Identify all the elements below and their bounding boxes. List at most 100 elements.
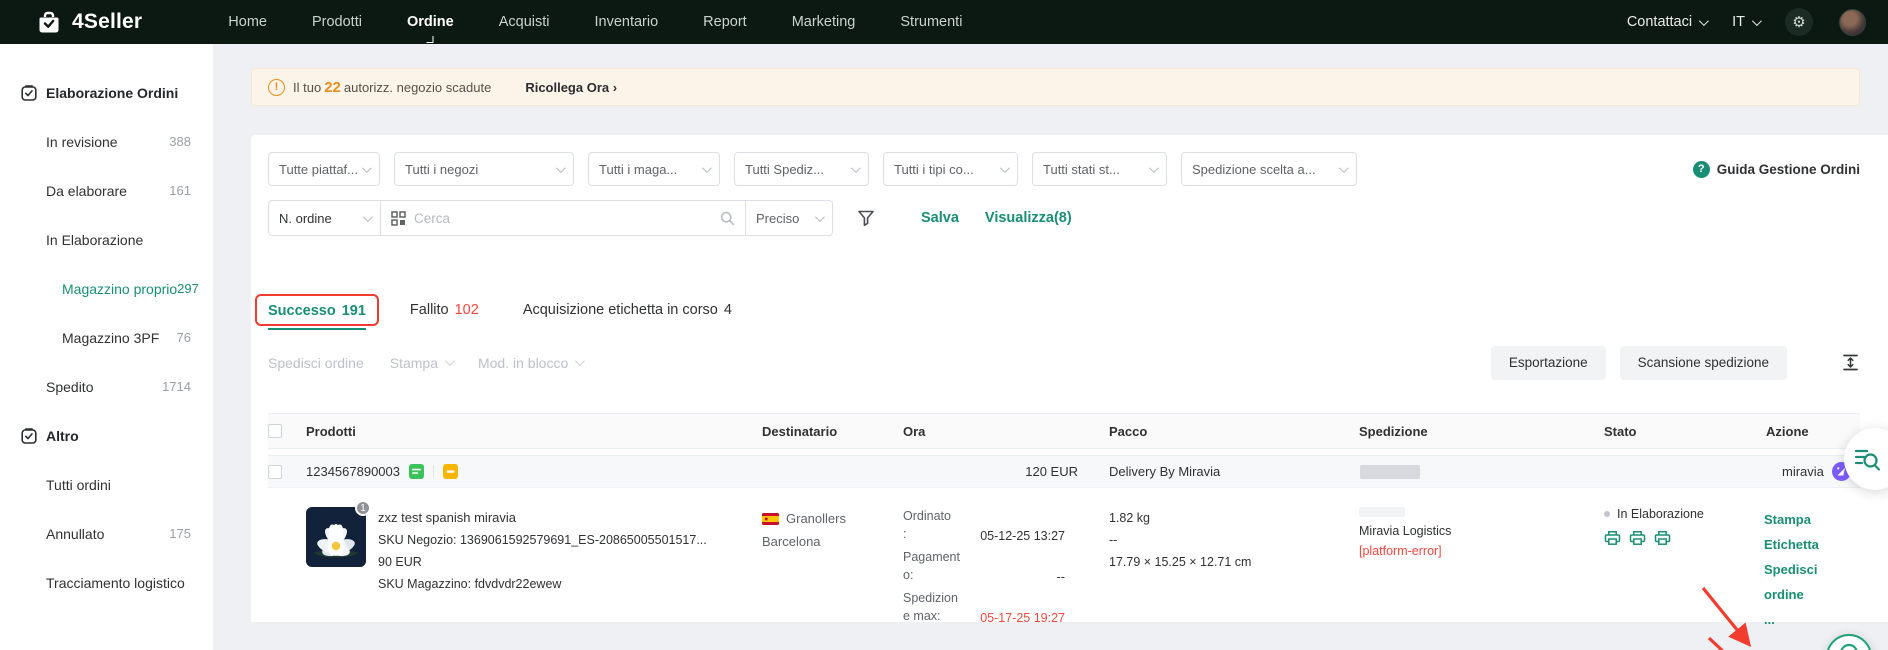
- col-header-ora: Ora: [903, 423, 926, 439]
- order-checkbox[interactable]: [268, 464, 282, 479]
- search-list-icon: [1854, 449, 1881, 471]
- reconnect-link[interactable]: Ricollega Ora ›: [525, 80, 617, 95]
- order-group-row: 1234567890003 120 EUR Delivery By Miravi…: [268, 455, 1860, 488]
- nav-item-ordine[interactable]: Ordine: [407, 10, 454, 43]
- product-sku-warehouse: SKU Magazzino: fdvdvdr22ewew: [378, 577, 562, 591]
- sidebar-item-elaborazione-ordini[interactable]: Elaborazione Ordini: [0, 68, 213, 117]
- bulk-ship-button[interactable]: Spedisci ordine: [268, 355, 364, 371]
- top-navigation: 4Seller Home Prodotti Ordine Acquisti In…: [0, 0, 1888, 44]
- chevron-down-icon: [1148, 162, 1159, 173]
- shopping-bag-logo-icon: [36, 9, 62, 35]
- scan-grid-icon[interactable]: [391, 210, 406, 226]
- nav-item-acquisti[interactable]: Acquisti: [499, 10, 550, 34]
- view-saved-button[interactable]: Visualizza(8): [985, 210, 1072, 226]
- search-row: N. ordine Preciso Salva Visualizza(8): [268, 200, 1860, 236]
- avatar[interactable]: [1839, 8, 1866, 36]
- chevron-down-icon: [999, 162, 1010, 173]
- scan-shipment-button[interactable]: Scansione spedizione: [1619, 345, 1787, 380]
- sidebar-item-annullato[interactable]: Annullato 175: [0, 509, 213, 558]
- sidebar-item-tracciamento-logistico[interactable]: Tracciamento logistico: [0, 558, 213, 607]
- clipboard-check-icon: [20, 427, 38, 445]
- sidebar-item-magazzino-proprio[interactable]: Magazzino proprio 297: [0, 264, 213, 313]
- sidebar-item-in-revisione[interactable]: In revisione 388: [0, 117, 213, 166]
- bookmark-icon[interactable]: [443, 464, 458, 479]
- warehouse-filter[interactable]: Tutti i maga...: [588, 152, 720, 186]
- save-filter-button[interactable]: Salva: [921, 210, 959, 226]
- type-filter[interactable]: Tutti i tipi co...: [883, 152, 1018, 186]
- bulk-print-button[interactable]: Stampa: [390, 355, 455, 371]
- tab-acquisizione-etichetta[interactable]: Acquisizione etichetta in corso 4: [523, 302, 732, 330]
- settings-button[interactable]: ⚙: [1785, 8, 1813, 36]
- recipient-province: Barcelona: [762, 534, 821, 549]
- contact-menu[interactable]: Contattaci: [1627, 14, 1709, 30]
- tab-fallito[interactable]: Fallito 102: [410, 302, 479, 330]
- censored-block: [1359, 507, 1405, 517]
- table-header: Prodotti Destinatario Ora Pacco Spedizio…: [268, 413, 1860, 449]
- filter-funnel-icon[interactable]: [857, 210, 875, 227]
- platform-name: miravia: [1782, 464, 1824, 479]
- delivery-method: Delivery By Miravia: [1109, 464, 1221, 479]
- col-header-destinatario: Destinatario: [762, 423, 838, 439]
- nav-item-prodotti[interactable]: Prodotti: [312, 10, 362, 34]
- printer-icon[interactable]: [1629, 530, 1646, 546]
- censored-block: [1360, 464, 1420, 479]
- product-thumbnail[interactable]: 1: [306, 500, 371, 567]
- nav-menu: Home Prodotti Ordine Acquisti Inventario…: [228, 10, 962, 43]
- nav-item-home[interactable]: Home: [228, 10, 267, 34]
- status-text: In Elaborazione: [1617, 507, 1704, 521]
- status-filter[interactable]: Tutti stati st...: [1032, 152, 1167, 186]
- more-actions[interactable]: ...: [1764, 607, 1860, 632]
- carrier-filter[interactable]: Tutti Spediz...: [734, 152, 869, 186]
- clipboard-check-icon: [20, 84, 38, 102]
- expired-auth-banner: ! Il tuo 22 autorizz. negozio scadute Rico…: [251, 68, 1860, 106]
- orders-panel: Tutte piattaf... Tutti i negozi Tutti i …: [251, 135, 1888, 650]
- ship-order-action[interactable]: Spedisci ordine: [1764, 557, 1860, 607]
- col-header-azione: Azione: [1766, 423, 1809, 439]
- printer-icon[interactable]: [1654, 530, 1671, 546]
- printer-icon[interactable]: [1604, 530, 1621, 546]
- sidebar-item-altro[interactable]: Altro: [0, 411, 213, 460]
- col-header-stato: Stato: [1604, 423, 1637, 439]
- shipping-choice-filter[interactable]: Spedizione scelta a...: [1181, 152, 1357, 186]
- store-filter[interactable]: Tutti i negozi: [394, 152, 574, 186]
- platform-filter[interactable]: Tutte piattaf...: [268, 152, 380, 186]
- sidebar-item-spedito[interactable]: Spedito 1714: [0, 362, 213, 411]
- match-mode-select[interactable]: Preciso: [745, 200, 833, 236]
- tab-successo[interactable]: Successo 191: [255, 293, 379, 330]
- search-field-select[interactable]: N. ordine: [268, 200, 381, 236]
- banner-text: Il tuo 22 autorizz. negozio scadute: [293, 78, 492, 96]
- table-tools: Esportazione Scansione spedizione: [1490, 345, 1860, 380]
- sidebar: Elaborazione Ordini In revisione 388 Da e…: [0, 44, 213, 650]
- chevron-down-icon: [361, 162, 372, 173]
- language-menu[interactable]: IT: [1732, 14, 1762, 30]
- bulk-edit-button[interactable]: Mod. in blocco: [478, 355, 586, 371]
- orders-guide-link[interactable]: ? Guida Gestione Ordini: [1692, 160, 1860, 178]
- bulk-actions-row: Spedisci ordine Stampa Mod. in blocco Es…: [268, 344, 1860, 381]
- search-input[interactable]: [414, 210, 712, 226]
- sidebar-item-da-elaborare[interactable]: Da elaborare 161: [0, 166, 213, 215]
- nav-item-strumenti[interactable]: Strumenti: [900, 10, 962, 34]
- print-label-action[interactable]: Stampa Etichetta: [1764, 507, 1860, 557]
- nav-item-marketing[interactable]: Marketing: [792, 10, 856, 34]
- col-header-prodotti: Prodotti: [306, 423, 356, 439]
- sidebar-item-in-elaborazione[interactable]: In Elaborazione: [0, 215, 213, 264]
- export-button[interactable]: Esportazione: [1490, 345, 1606, 380]
- result-tabs: Successo 191 Fallito 102 Acquisizione etic…: [255, 286, 1860, 330]
- nav-item-report[interactable]: Report: [703, 10, 747, 34]
- select-all-checkbox[interactable]: [268, 424, 282, 438]
- note-icon[interactable]: [409, 464, 424, 479]
- nav-item-inventario[interactable]: Inventario: [594, 10, 658, 34]
- carrier-name: Miravia Logistics: [1359, 524, 1452, 538]
- ship-deadline: 05-17-25 19:27: [980, 611, 1065, 625]
- search-icon[interactable]: [720, 211, 735, 226]
- order-detail-row: 1 zxz test spanish miravia SKU Negozio: …: [268, 488, 1860, 650]
- chevron-down-icon: [444, 356, 455, 367]
- order-total: 120 EUR: [1025, 464, 1078, 479]
- sidebar-item-magazzino-3pf[interactable]: Magazzino 3PF 76: [0, 313, 213, 362]
- package-weight: 1.82 kg: [1109, 511, 1151, 525]
- brand-logo[interactable]: 4Seller: [36, 9, 142, 35]
- sidebar-item-tutti-ordini[interactable]: Tutti ordini: [0, 460, 213, 509]
- row-height-icon[interactable]: [1841, 353, 1860, 372]
- divider: [433, 465, 434, 478]
- order-times: Ordinato: 05-12-25 13:27 Pagament o: -- S…: [903, 509, 1065, 625]
